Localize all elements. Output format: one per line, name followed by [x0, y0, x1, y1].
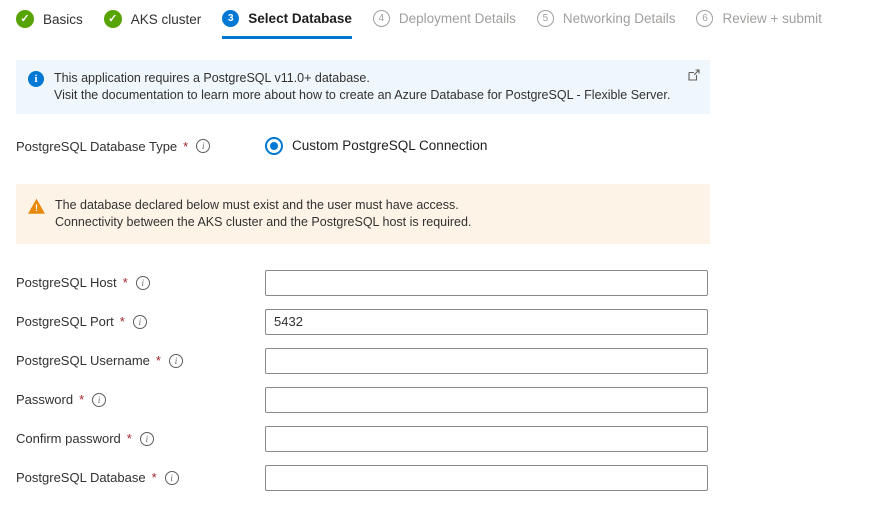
tab-label: Basics: [43, 12, 83, 27]
required-asterisk: *: [156, 353, 161, 368]
postgres-username-label: PostgreSQL Username * i: [16, 353, 265, 368]
tab-label: Networking Details: [563, 11, 676, 26]
warning-banner-line1: The database declared below must exist a…: [55, 197, 471, 214]
external-link-icon[interactable]: [688, 69, 700, 81]
required-asterisk: *: [152, 470, 157, 485]
info-banner-line2: Visit the documentation to learn more ab…: [54, 87, 670, 104]
info-banner-text: This application requires a PostgreSQL v…: [54, 70, 670, 104]
step-number-icon: 3: [222, 10, 239, 27]
tab-label: Review + submit: [722, 11, 821, 26]
info-banner: i This application requires a PostgreSQL…: [16, 60, 710, 114]
postgres-port-label: PostgreSQL Port * i: [16, 314, 265, 329]
step-number-icon: 4: [373, 10, 390, 27]
postgres-port-input[interactable]: [265, 309, 708, 335]
postgres-host-label: PostgreSQL Host * i: [16, 275, 265, 290]
radio-dot: [270, 142, 278, 150]
tab-aks-cluster[interactable]: ✓ AKS cluster: [104, 10, 202, 40]
wizard-tab-bar: ✓ Basics ✓ AKS cluster 3 Select Database…: [0, 0, 890, 40]
field-label-text: PostgreSQL Database: [16, 470, 146, 485]
postgres-host-input[interactable]: [265, 270, 708, 296]
db-type-label: PostgreSQL Database Type * i: [16, 139, 265, 154]
step-number-icon: 6: [696, 10, 713, 27]
password-label: Password * i: [16, 392, 265, 407]
tab-basics[interactable]: ✓ Basics: [16, 10, 83, 40]
field-label-text: PostgreSQL Port: [16, 314, 114, 329]
warning-banner-text: The database declared below must exist a…: [55, 197, 471, 231]
tab-label: Select Database: [248, 11, 352, 26]
required-asterisk: *: [79, 392, 84, 407]
warning-icon: !: [28, 199, 45, 214]
info-icon: i: [28, 71, 44, 87]
info-tooltip-icon[interactable]: i: [169, 354, 183, 368]
info-tooltip-icon[interactable]: i: [165, 471, 179, 485]
field-label-text: Password: [16, 392, 73, 407]
tab-select-database[interactable]: 3 Select Database: [222, 10, 352, 39]
tab-review-submit[interactable]: 6 Review + submit: [696, 10, 821, 39]
warning-banner: ! The database declared below must exist…: [16, 184, 710, 244]
db-type-label-text: PostgreSQL Database Type: [16, 139, 177, 154]
postgres-database-label: PostgreSQL Database * i: [16, 470, 265, 485]
required-asterisk: *: [127, 431, 132, 446]
info-banner-line1: This application requires a PostgreSQL v…: [54, 70, 670, 87]
tab-label: AKS cluster: [131, 12, 202, 27]
check-circle-icon: ✓: [104, 10, 122, 28]
required-asterisk: *: [120, 314, 125, 329]
confirm-password-input[interactable]: [265, 426, 708, 452]
step-number-icon: 5: [537, 10, 554, 27]
postgres-database-input[interactable]: [265, 465, 708, 491]
database-form: PostgreSQL Host * i PostgreSQL Port * i Po…: [0, 270, 890, 491]
tab-deployment-details[interactable]: 4 Deployment Details: [373, 10, 516, 39]
tab-networking-details[interactable]: 5 Networking Details: [537, 10, 676, 39]
info-tooltip-icon[interactable]: i: [140, 432, 154, 446]
db-type-row: PostgreSQL Database Type * i Custom Postg…: [16, 139, 890, 155]
password-row: Password * i: [16, 387, 890, 413]
info-tooltip-icon[interactable]: i: [196, 139, 210, 153]
confirm-password-row: Confirm password * i: [16, 426, 890, 452]
check-circle-icon: ✓: [16, 10, 34, 28]
required-asterisk: *: [123, 275, 128, 290]
radio-label: Custom PostgreSQL Connection: [292, 138, 487, 153]
custom-postgres-radio[interactable]: Custom PostgreSQL Connection: [265, 137, 487, 155]
required-asterisk: *: [183, 139, 188, 154]
confirm-password-label: Confirm password * i: [16, 431, 265, 446]
postgres-port-row: PostgreSQL Port * i: [16, 309, 890, 335]
postgres-database-row: PostgreSQL Database * i: [16, 465, 890, 491]
password-input[interactable]: [265, 387, 708, 413]
info-tooltip-icon[interactable]: i: [92, 393, 106, 407]
tab-label: Deployment Details: [399, 11, 516, 26]
field-label-text: Confirm password: [16, 431, 121, 446]
info-tooltip-icon[interactable]: i: [136, 276, 150, 290]
info-tooltip-icon[interactable]: i: [133, 315, 147, 329]
postgres-host-row: PostgreSQL Host * i: [16, 270, 890, 296]
postgres-username-row: PostgreSQL Username * i: [16, 348, 890, 374]
postgres-username-input[interactable]: [265, 348, 708, 374]
radio-button-icon: [265, 137, 283, 155]
warning-banner-line2: Connectivity between the AKS cluster and…: [55, 214, 471, 231]
field-label-text: PostgreSQL Host: [16, 275, 117, 290]
field-label-text: PostgreSQL Username: [16, 353, 150, 368]
